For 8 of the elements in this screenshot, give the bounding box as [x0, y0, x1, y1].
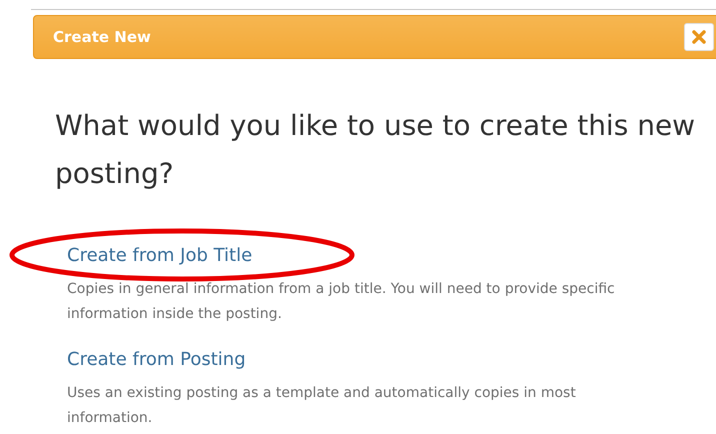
close-button[interactable]	[684, 23, 714, 51]
option-description: Uses an existing posting as a template and automatically copies in most information.	[67, 384, 577, 428]
dialog-title: Create New	[53, 26, 151, 48]
close-icon	[692, 30, 706, 44]
option-link[interactable]: Create from Posting	[67, 347, 246, 373]
option-description: Copies in general information from a job title. You will need to provide specific information inside the posting.	[67, 280, 616, 324]
option-link[interactable]: Create from Job Title	[67, 243, 252, 269]
dialog-heading: What would you like to use to create this new posting?	[55, 108, 696, 192]
